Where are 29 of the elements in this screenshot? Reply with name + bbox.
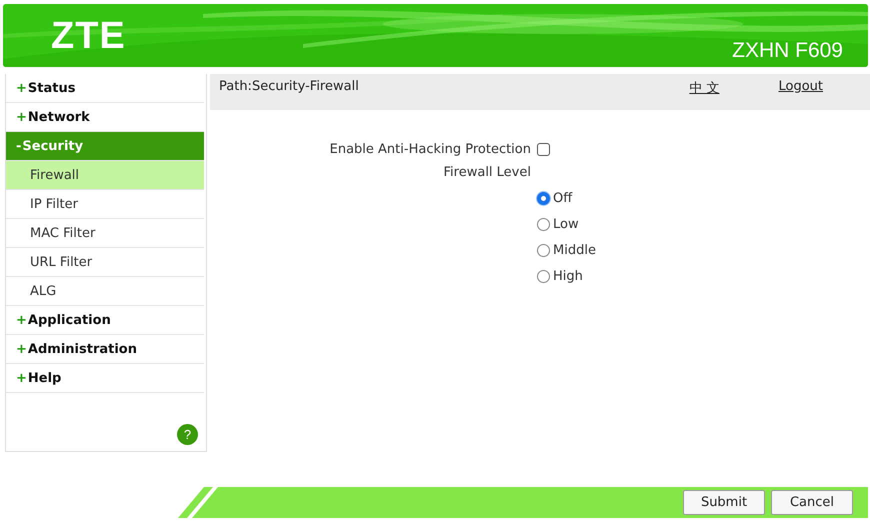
field-label: Firewall Level bbox=[442, 165, 532, 180]
sidebar-subitem[interactable]: Firewall bbox=[6, 161, 204, 190]
sidebar-subitem[interactable]: ALG bbox=[6, 277, 204, 306]
checkbox[interactable] bbox=[537, 143, 550, 156]
radio-button[interactable] bbox=[537, 218, 550, 231]
sidebar-item[interactable]: +Help bbox=[6, 364, 204, 393]
form-button[interactable]: Submit bbox=[683, 490, 765, 515]
sidebar-item[interactable]: +Status bbox=[6, 74, 204, 103]
radio-button[interactable] bbox=[537, 244, 550, 257]
help-button[interactable]: ? bbox=[177, 424, 198, 445]
form-button[interactable]: Cancel bbox=[771, 490, 853, 515]
field-label: Enable Anti-Hacking Protection bbox=[328, 142, 532, 157]
radio-button[interactable] bbox=[537, 270, 550, 283]
sidebar-subitem[interactable]: MAC Filter bbox=[6, 219, 204, 248]
sidebar-item[interactable]: -Security bbox=[6, 132, 204, 161]
radio-label: Off bbox=[553, 191, 572, 206]
breadcrumb-path: Path:Security-Firewall bbox=[219, 79, 360, 94]
radio-button[interactable] bbox=[537, 192, 550, 205]
sidebar-subitem[interactable]: IP Filter bbox=[6, 190, 204, 219]
sidebar-item[interactable]: +Administration bbox=[6, 335, 204, 364]
model-name: ZXHN F609 bbox=[732, 39, 843, 63]
logout-link[interactable]: Logout bbox=[778, 79, 823, 94]
sidebar-item[interactable]: +Application bbox=[6, 306, 204, 335]
radio-label: High bbox=[553, 269, 583, 284]
language-link[interactable]: 中 文 bbox=[689, 79, 720, 97]
radio-label: Low bbox=[553, 217, 579, 232]
radio-label: Middle bbox=[553, 243, 596, 258]
logo: ZTE bbox=[51, 16, 126, 56]
sidebar-subitem[interactable]: URL Filter bbox=[6, 248, 204, 277]
